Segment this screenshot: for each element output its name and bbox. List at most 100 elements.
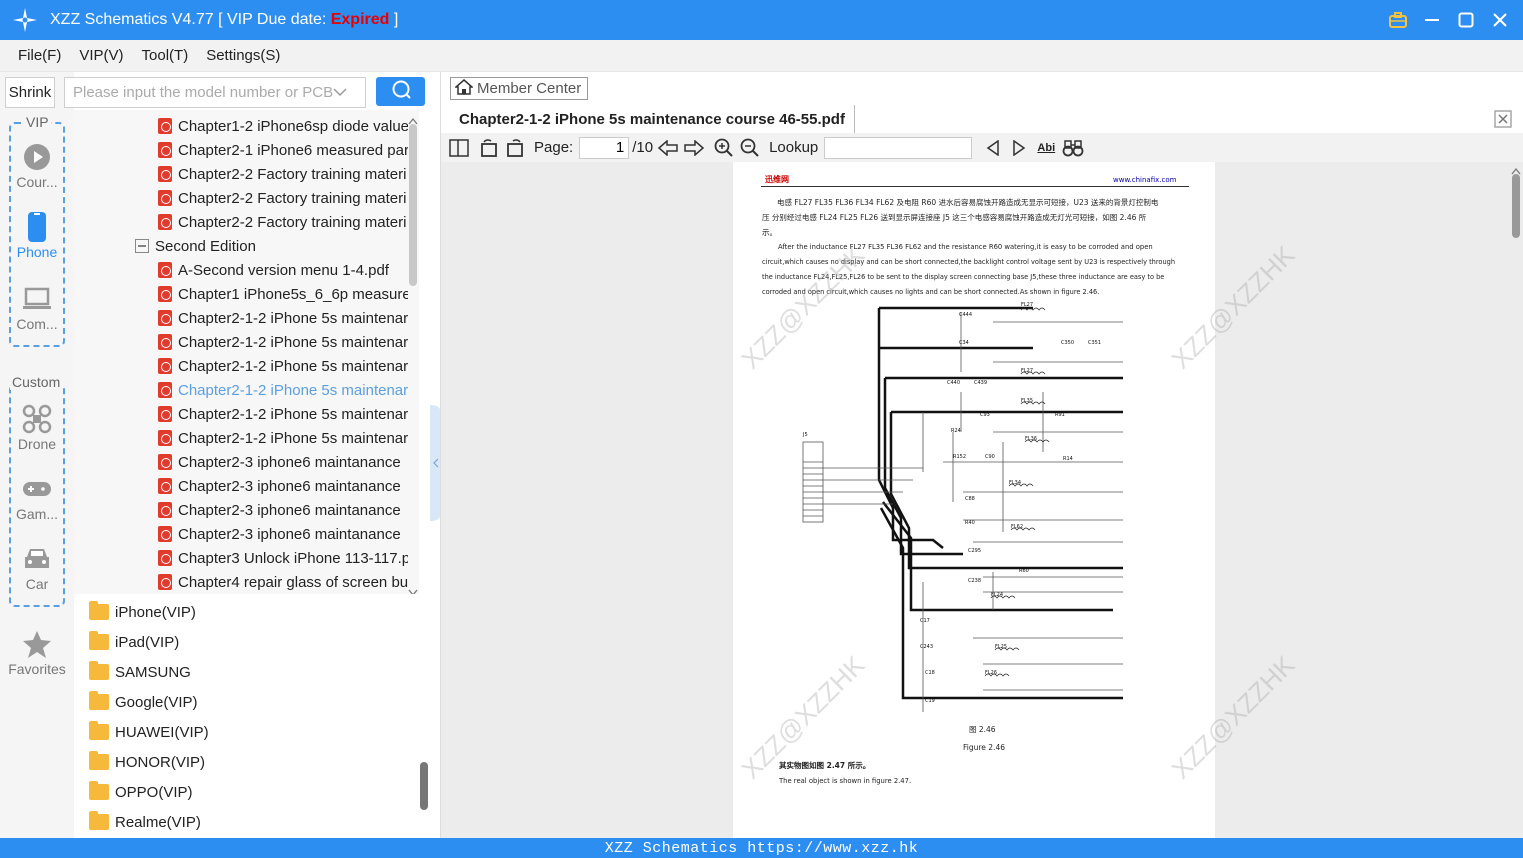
document-tab[interactable]: Chapter2-1-2 iPhone 5s maintenance cours… <box>450 105 855 133</box>
pdf-icon <box>158 574 172 590</box>
sidebar-toggle-icon[interactable] <box>448 137 470 159</box>
next-page-icon[interactable] <box>683 137 705 159</box>
search-button[interactable] <box>376 77 425 106</box>
briefcase-icon[interactable] <box>1387 9 1409 31</box>
tree-file[interactable]: A-Second version menu 1-4.pdf <box>158 258 408 282</box>
svg-text:C93: C93 <box>980 412 990 418</box>
pdf-viewer[interactable]: 迅维网 www.chinafix.com 电感 FL27 FL35 FL36 F… <box>441 162 1523 838</box>
prev-result-icon[interactable] <box>982 137 1004 159</box>
folder-iphone[interactable]: iPhone(VIP) <box>89 599 196 625</box>
app-logo-icon <box>0 0 50 40</box>
svg-text:R14: R14 <box>1063 456 1073 462</box>
vip-status: Expired <box>330 11 390 28</box>
scroll-up-icon[interactable] <box>408 112 418 130</box>
svg-text:C88: C88 <box>965 496 975 502</box>
close-tab-icon[interactable] <box>1494 110 1512 128</box>
svg-text:FL24: FL24 <box>991 592 1003 598</box>
folder-samsung[interactable]: SAMSUNG <box>89 659 191 685</box>
folder-oppo[interactable]: OPPO(VIP) <box>89 779 193 805</box>
folder-honor[interactable]: HONOR(VIP) <box>89 749 205 775</box>
pdf-icon <box>158 166 172 182</box>
tree-section[interactable]: Second Edition <box>135 234 405 258</box>
page-label: Page: <box>534 139 574 156</box>
tree-file[interactable]: Chapter2-1-2 iPhone 5s maintenar <box>158 354 408 378</box>
folder-google[interactable]: Google(VIP) <box>89 689 198 715</box>
folder-realme[interactable]: Realme(VIP) <box>89 809 201 835</box>
tree-file[interactable]: Chapter4 repair glass of screen bur <box>158 570 408 594</box>
rotate-left-icon[interactable] <box>478 137 500 159</box>
svg-text:FL27: FL27 <box>1021 368 1033 374</box>
sidebar-item-car[interactable]: Car <box>0 542 74 592</box>
lookup-input[interactable] <box>824 136 973 159</box>
tree-file[interactable]: Chapter2-1-2 iPhone 5s maintenar <box>158 402 408 426</box>
tree-file[interactable]: Chapter2-1-2 iPhone 5s maintenar <box>158 330 408 354</box>
sidebar-item-phone[interactable]: Phone <box>0 210 74 260</box>
sidebar-item-game[interactable]: Gam... <box>0 472 74 522</box>
folder-ipad[interactable]: iPad(VIP) <box>89 629 179 655</box>
svg-text:C350: C350 <box>1061 340 1074 346</box>
shrink-button[interactable]: Shrink <box>5 77 55 108</box>
tree-file[interactable]: Chapter1-2 iPhone6sp diode value <box>158 114 408 138</box>
tree-file[interactable]: Chapter2-3 iphone6 maintanance <box>158 498 408 522</box>
binoculars-icon[interactable] <box>1062 137 1084 159</box>
viewer-scrollbar[interactable] <box>1512 174 1520 238</box>
pdf-icon <box>158 190 172 206</box>
svg-text:C34: C34 <box>959 340 969 346</box>
folder-icon <box>89 781 109 800</box>
tree-file[interactable]: Chapter2-3 iphone6 maintanance <box>158 474 408 498</box>
folder-huawei[interactable]: HUAWEI(VIP) <box>89 719 209 745</box>
folder-icon <box>89 691 109 710</box>
scroll-down-icon[interactable] <box>408 584 418 594</box>
sidebar-item-favorites[interactable]: Favorites <box>0 627 74 677</box>
tree-file[interactable]: Chapter2-1 iPhone6 measured par <box>158 138 408 162</box>
minimize-button[interactable] <box>1421 9 1443 31</box>
close-button[interactable] <box>1489 9 1511 31</box>
tree-file[interactable]: Chapter2-2 Factory training materi <box>158 186 408 210</box>
sidebar-item-drone[interactable]: Drone <box>0 402 74 452</box>
collapse-icon[interactable] <box>135 239 149 253</box>
member-center-button[interactable]: Member Center <box>450 77 588 100</box>
pdf-icon <box>158 262 172 278</box>
sidebar-item-label: Cour... <box>16 174 58 190</box>
maximize-button[interactable] <box>1455 9 1477 31</box>
sidebar-item-label: Phone <box>16 244 58 260</box>
play-icon <box>0 140 74 174</box>
menu-file[interactable]: File(F) <box>18 47 61 64</box>
sidebar-item-computer[interactable]: Com... <box>0 282 74 332</box>
pdf-icon <box>158 478 172 494</box>
prev-page-icon[interactable] <box>657 137 679 159</box>
tree-file[interactable]: Chapter3 Unlock iPhone 113-117.p <box>158 546 408 570</box>
page-number-input[interactable] <box>579 136 630 159</box>
tree-file[interactable]: Chapter1 iPhone5s_6_6p measurer <box>158 282 408 306</box>
zoom-out-icon[interactable] <box>739 137 761 159</box>
menu-tool[interactable]: Tool(T) <box>142 47 189 64</box>
tree-file[interactable]: Chapter2-2 Factory training materi <box>158 162 408 186</box>
sidebar-item-label: Gam... <box>15 506 58 522</box>
pdf-icon <box>158 310 172 326</box>
vip-group-title: VIP <box>24 114 51 130</box>
svg-text:FL35: FL35 <box>1021 398 1033 404</box>
viewer-toolbar: Page: /10 Lookup Abi <box>441 133 1523 162</box>
folder-scrollbar[interactable] <box>420 762 428 810</box>
tree-file[interactable]: Chapter2-1-2 iPhone 5s maintenar <box>158 306 408 330</box>
match-case-icon[interactable]: Abi <box>1034 137 1058 159</box>
rotate-right-icon[interactable] <box>504 137 526 159</box>
tree-file[interactable]: Chapter2-1-2 iPhone 5s maintenar <box>158 426 408 450</box>
next-result-icon[interactable] <box>1008 137 1030 159</box>
svg-text:R40: R40 <box>965 520 975 526</box>
tree-file[interactable]: Chapter2-3 iphone6 maintanance <box>158 450 408 474</box>
pdf-cn-text: 压 分别经过电感 FL24 FL25 FL26 送到显示屏连接座 J5 这三个电… <box>762 213 1147 222</box>
pdf-obj-en: The real object is shown in figure 2.47. <box>779 777 912 785</box>
menu-settings[interactable]: Settings(S) <box>206 47 280 64</box>
status-bar: XZZ Schematics https://www.xzz.hk <box>0 838 1523 858</box>
zoom-in-icon[interactable] <box>713 137 735 159</box>
sidebar-item-course[interactable]: Cour... <box>0 140 74 190</box>
tree-file[interactable]: Chapter2-2 Factory training materi <box>158 210 408 234</box>
chevron-down-icon[interactable] <box>333 84 347 102</box>
viewer-scroll-up-icon[interactable] <box>1511 162 1521 180</box>
menu-vip[interactable]: VIP(V) <box>79 47 123 64</box>
tree-file[interactable]: Chapter2-3 iphone6 maintanance <box>158 522 408 546</box>
search-input[interactable] <box>73 84 333 101</box>
tree-file-selected[interactable]: Chapter2-1-2 iPhone 5s maintenar <box>158 378 408 402</box>
tree-scrollbar[interactable] <box>409 124 417 286</box>
